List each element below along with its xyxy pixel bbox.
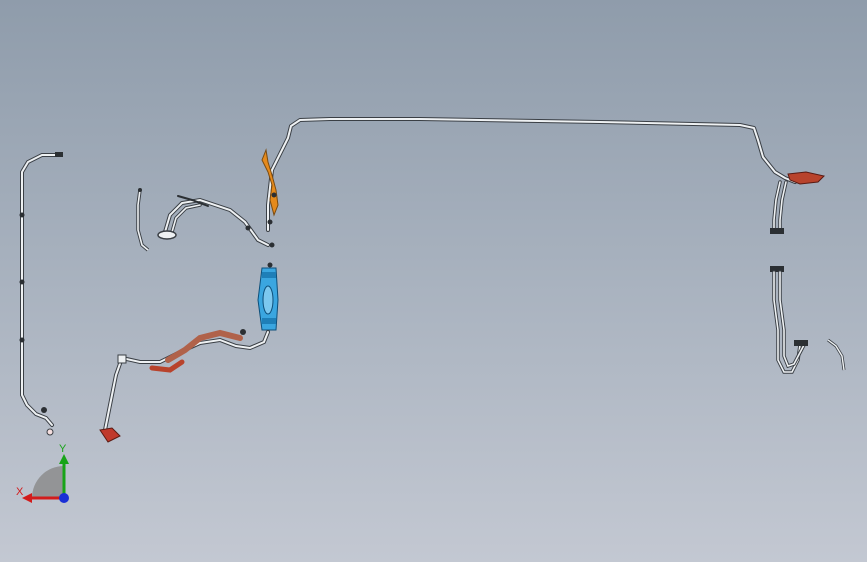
x-axis-label: X [16,486,24,498]
coordinate-triad: X Y [12,440,76,508]
upper-branch-pipes[interactable] [157,195,270,247]
left-vertical-pipe[interactable] [19,152,64,436]
pipe-assembly-model[interactable] [0,0,867,562]
main-pipe-route[interactable] [266,117,797,232]
graphics-viewport[interactable]: X Y [0,0,867,562]
lower-hose-assembly[interactable] [99,329,270,443]
blue-valve-component[interactable] [257,262,279,331]
small-bent-pipe[interactable] [136,188,150,252]
small-hook-pipe[interactable] [827,338,846,371]
right-downward-pipes[interactable] [770,180,808,374]
y-axis-label: Y [59,443,67,455]
